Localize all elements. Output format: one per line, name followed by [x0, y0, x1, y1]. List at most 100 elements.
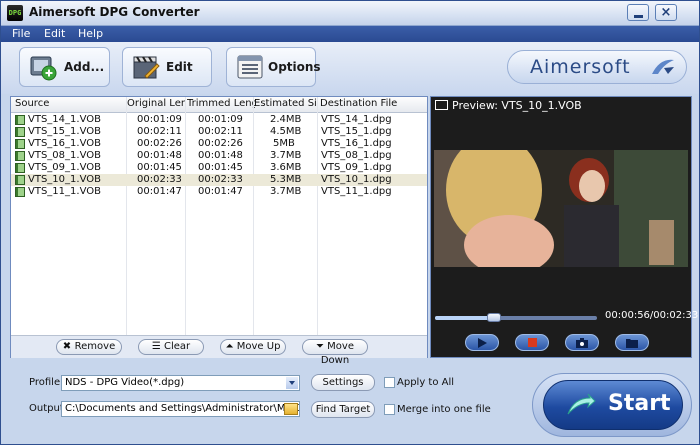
play-button[interactable]: [465, 334, 499, 351]
close-button[interactable]: ×: [655, 4, 677, 21]
cell-trimmed: 00:01:09: [198, 114, 243, 125]
cell-trimmed: 00:01:45: [198, 162, 243, 173]
remove-label: Remove: [74, 341, 116, 352]
apply-to-all-label: Apply to All: [397, 377, 455, 388]
cell-source: VTS_11_1.VOB: [28, 186, 101, 197]
col-destination-file[interactable]: Destination File: [320, 98, 424, 109]
video-file-icon: [15, 163, 25, 173]
clapperboard-edit-icon: [133, 56, 160, 79]
cell-source: VTS_08_1.VOB: [28, 150, 101, 161]
add-button[interactable]: Add...: [19, 47, 110, 87]
cell-dest: VTS_08_1.dpg: [321, 150, 392, 161]
clear-button[interactable]: ☰ Clear: [138, 339, 204, 355]
output-path-field[interactable]: C:\Documents and Settings\Administrator\…: [61, 401, 300, 417]
profile-label: Profile:: [29, 377, 64, 388]
move-down-button[interactable]: ⏷ Move Down: [302, 339, 368, 366]
output-path-value: C:\Documents and Settings\Administrator\…: [65, 403, 299, 414]
video-file-icon: [15, 139, 25, 149]
cell-dest: VTS_14_1.dpg: [321, 114, 392, 125]
cell-dest: VTS_11_1.dpg: [321, 186, 392, 197]
table-row[interactable]: VTS_15_1.VOB 00:02:11 00:02:11 4.5MB VTS…: [11, 126, 427, 138]
col-estimated-size[interactable]: Estimated Size: [254, 98, 318, 109]
minimize-icon: [634, 15, 643, 18]
menu-edit[interactable]: Edit: [44, 27, 65, 40]
menu-file[interactable]: File: [12, 27, 30, 40]
cell-dest: VTS_09_1.dpg: [321, 162, 392, 173]
open-folder-button[interactable]: [615, 334, 649, 351]
cell-size: 4.5MB: [270, 126, 302, 137]
seek-progress: [435, 316, 495, 320]
cell-source: VTS_14_1.VOB: [28, 114, 101, 125]
seek-handle[interactable]: [487, 313, 502, 322]
add-label: Add...: [64, 60, 105, 74]
cell-source: VTS_10_1.VOB: [28, 174, 101, 185]
cell-size: 5.3MB: [270, 174, 302, 185]
start-button-frame: Start: [532, 373, 692, 437]
cell-size: 5MB: [273, 138, 295, 149]
menu-help[interactable]: Help: [78, 27, 103, 40]
profile-select[interactable]: NDS - DPG Video(*.dpg): [61, 375, 300, 391]
cell-original: 00:01:45: [137, 162, 182, 173]
cell-source: VTS_15_1.VOB: [28, 126, 101, 137]
start-arrow-icon: [567, 393, 596, 415]
app-window: DPG Aimersoft DPG Converter × File Edit …: [0, 0, 700, 445]
monitor-icon: [435, 100, 448, 110]
cell-source: VTS_09_1.VOB: [28, 162, 101, 173]
menu-bar: File Edit Help: [1, 26, 699, 42]
video-file-icon: [15, 187, 25, 197]
minimize-button[interactable]: [627, 4, 649, 21]
cell-trimmed: 00:01:48: [198, 150, 243, 161]
table-row[interactable]: VTS_09_1.VOB 00:01:45 00:01:45 3.6MB VTS…: [11, 162, 427, 174]
logo-text: Aimersoft: [530, 56, 631, 78]
folder-icon: [626, 339, 638, 348]
apply-to-all-checkbox[interactable]: [384, 377, 395, 388]
list-header: Source Original Len... Trimmed Length Es…: [11, 97, 427, 113]
preview-panel: Preview: VTS_10_1.VOB 00:00:56/00:02:33: [430, 96, 698, 358]
options-button[interactable]: Options: [226, 47, 321, 87]
settings-button[interactable]: Settings: [311, 374, 375, 391]
table-row[interactable]: VTS_08_1.VOB 00:01:48 00:01:48 3.7MB VTS…: [11, 150, 427, 162]
table-row-selected[interactable]: VTS_10_1.VOB 00:02:33 00:02:33 5.3MB VTS…: [11, 174, 427, 186]
cell-source: VTS_16_1.VOB: [28, 138, 101, 149]
cell-original: 00:02:33: [137, 174, 182, 185]
cell-size: 3.7MB: [270, 150, 302, 161]
remove-x-icon: ✖: [62, 341, 75, 352]
edit-button[interactable]: Edit: [122, 47, 212, 87]
list-button-bar: ✖ Remove ☰ Clear ⏶ Move Up ⏷ Move Down: [11, 335, 427, 366]
stop-button[interactable]: [515, 334, 549, 351]
toolbar: Add... Edit Options Aimersoft: [1, 42, 699, 94]
file-list: Source Original Len... Trimmed Length Es…: [10, 96, 428, 366]
browse-folder-icon[interactable]: [284, 403, 298, 415]
col-original-length[interactable]: Original Len...: [127, 98, 185, 109]
playback-time: 00:00:56/00:02:33: [605, 310, 699, 321]
cell-trimmed: 00:02:11: [198, 126, 243, 137]
preview-title-text: Preview: VTS_10_1.VOB: [452, 99, 582, 112]
merge-checkbox[interactable]: [384, 404, 395, 415]
logo-swoosh-icon: [652, 59, 674, 74]
col-trimmed-length[interactable]: Trimmed Length: [187, 98, 255, 109]
video-file-icon: [15, 127, 25, 137]
options-list-icon: [237, 55, 263, 79]
col-source[interactable]: Source: [15, 98, 125, 109]
table-row[interactable]: VTS_14_1.VOB 00:01:09 00:01:09 2.4MB VTS…: [11, 114, 427, 126]
move-up-button[interactable]: ⏶ Move Up: [220, 339, 286, 355]
arrow-down-icon: ⏷: [315, 341, 328, 352]
table-row[interactable]: VTS_11_1.VOB 00:01:47 00:01:47 3.7MB VTS…: [11, 186, 427, 198]
find-target-button[interactable]: Find Target: [311, 401, 375, 418]
cell-trimmed: 00:02:26: [198, 138, 243, 149]
move-up-label: Move Up: [236, 341, 281, 352]
window-title: Aimersoft DPG Converter: [29, 5, 200, 19]
start-button[interactable]: Start: [543, 380, 683, 430]
remove-button[interactable]: ✖ Remove: [56, 339, 122, 355]
chevron-down-icon[interactable]: [286, 377, 298, 389]
edit-label: Edit: [166, 60, 193, 74]
cell-original: 00:02:11: [137, 126, 182, 137]
table-row[interactable]: VTS_16_1.VOB 00:02:26 00:02:26 5MB VTS_1…: [11, 138, 427, 150]
aimersoft-logo: Aimersoft: [507, 50, 687, 84]
cell-original: 00:01:48: [137, 150, 182, 161]
title-bar: DPG Aimersoft DPG Converter ×: [1, 1, 699, 26]
snapshot-button[interactable]: [565, 334, 599, 351]
cell-dest: VTS_10_1.dpg: [321, 174, 392, 185]
seek-bar[interactable]: [435, 313, 597, 322]
video-frame-image: [434, 150, 688, 267]
